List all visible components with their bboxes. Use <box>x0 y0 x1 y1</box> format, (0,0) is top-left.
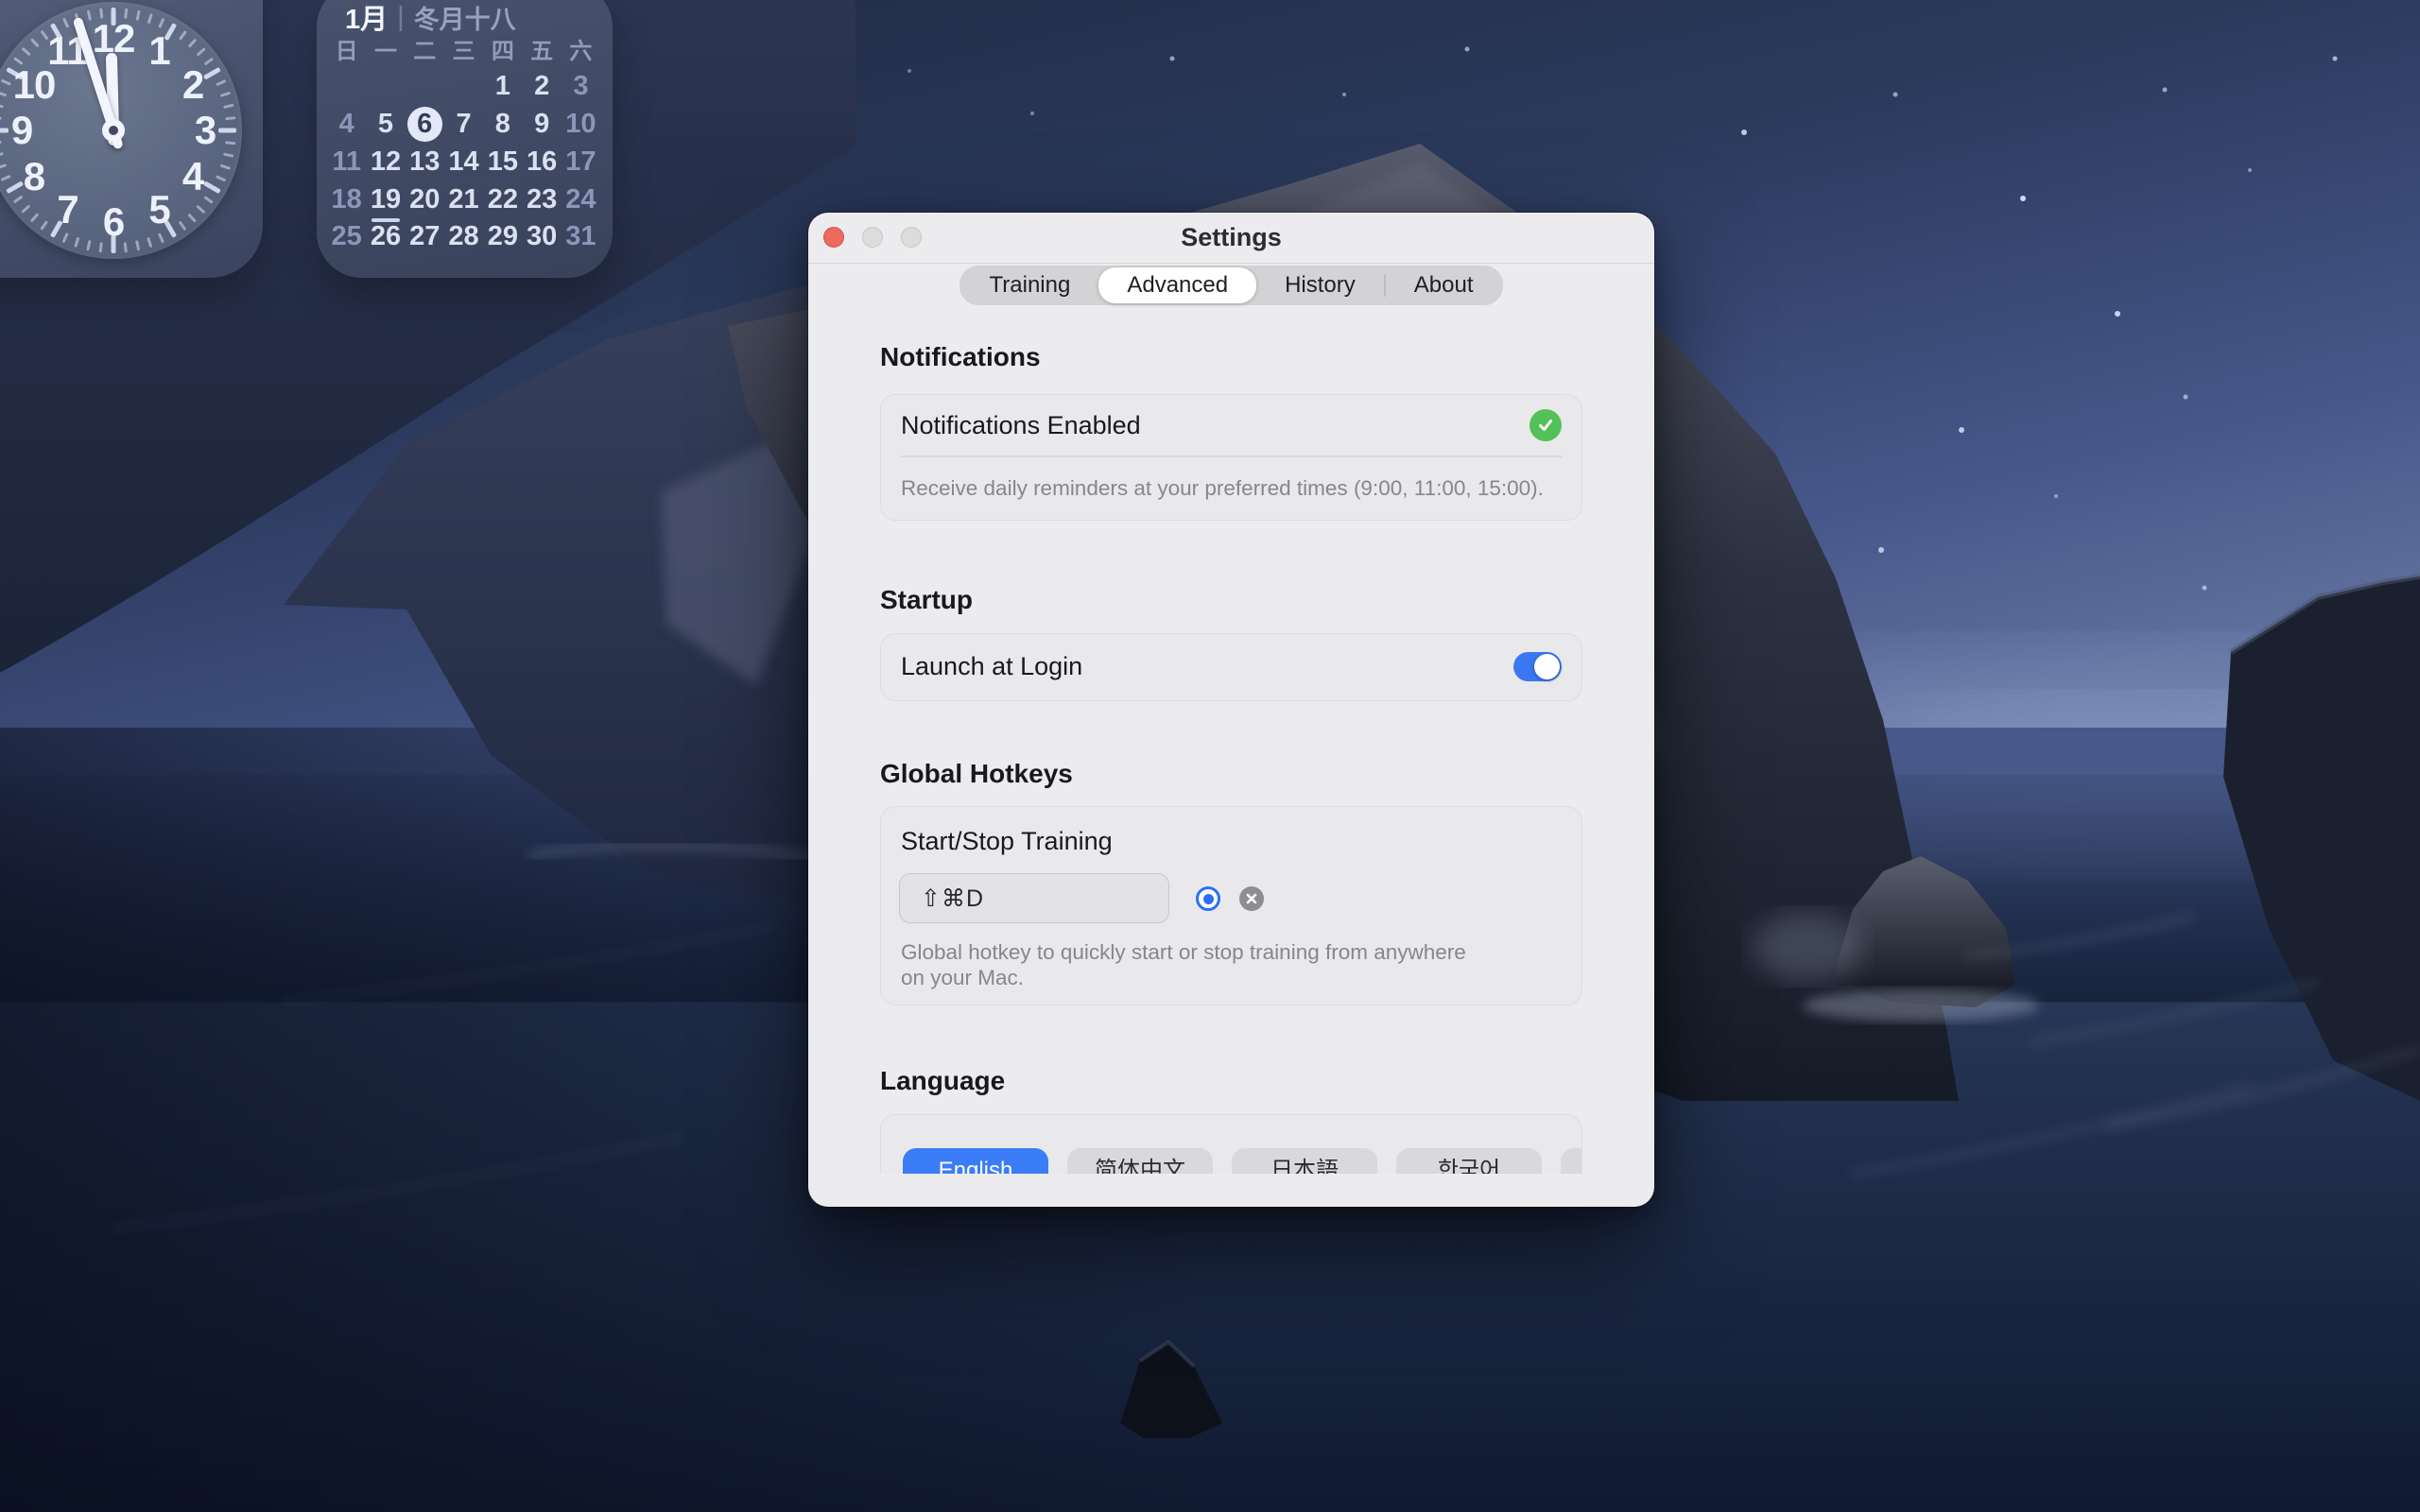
global-hotkeys-heading: Global Hotkeys <box>880 758 1582 790</box>
calendar-day: 26 <box>366 218 405 256</box>
tab-about[interactable]: About <box>1386 267 1502 303</box>
weekday-header: 四 <box>483 30 522 68</box>
calendar-day: 11 <box>327 143 366 180</box>
calendar-day: 28 <box>444 218 483 256</box>
calendar-grid: 日一二三四五六123456789101112131415161718192021… <box>327 30 600 256</box>
segmented-control: Training Advanced History About <box>959 266 1504 305</box>
tab-history[interactable]: History <box>1256 267 1384 303</box>
notifications-card: Notifications Enabled Receive daily remi… <box>880 394 1582 521</box>
calendar-day: 13 <box>406 143 444 180</box>
desktop: 123456789101112 1月 | 冬月十八 日一二三四五六1234567… <box>0 0 2420 1512</box>
calendar-day: 24 <box>562 180 600 218</box>
language-button-german[interactable]: Deutsch <box>1561 1148 1582 1174</box>
calendar-day: 14 <box>444 143 483 180</box>
calendar-day: 27 <box>406 218 444 256</box>
calendar-day: 8 <box>483 106 522 144</box>
toggle-knob <box>1534 654 1560 679</box>
weekday-header: 五 <box>522 30 561 68</box>
notifications-enabled-label: Notifications Enabled <box>901 411 1141 440</box>
green-check-icon <box>1530 409 1562 441</box>
weekday-header: 二 <box>406 30 444 68</box>
settings-window: Settings Training Advanced History About… <box>808 213 1654 1207</box>
clear-hotkey-button[interactable] <box>1239 886 1264 911</box>
record-dot-icon <box>1203 894 1214 904</box>
language-options-row: English 简体中文 日本語 한국어 Deutsch <box>881 1115 1582 1174</box>
weekday-header: 三 <box>444 30 483 68</box>
language-heading: Language <box>880 1065 1582 1097</box>
calendar-day: 6 <box>406 106 444 144</box>
calendar-day: 29 <box>483 218 522 256</box>
calendar-day: 31 <box>562 218 600 256</box>
launch-at-login-label: Launch at Login <box>901 652 1082 681</box>
calendar-day: 2 <box>522 68 561 106</box>
record-hotkey-button[interactable] <box>1196 886 1220 911</box>
calendar-day: 9 <box>522 106 561 144</box>
calendar-day: 30 <box>522 218 561 256</box>
clock-face: 123456789101112 <box>0 2 242 259</box>
calendar-separator: | <box>397 2 405 33</box>
window-title: Settings <box>808 213 1654 263</box>
hotkey-caption: Global hotkey to quickly start or stop t… <box>901 939 1466 990</box>
start-stop-training-label: Start/Stop Training <box>901 827 1113 856</box>
launch-at-login-toggle[interactable] <box>1513 652 1562 681</box>
calendar-day: 25 <box>327 218 366 256</box>
calendar-day: 21 <box>444 180 483 218</box>
calendar-day: 17 <box>562 143 600 180</box>
language-button-english[interactable]: English <box>903 1148 1048 1174</box>
calendar-day: 7 <box>444 106 483 144</box>
clock-widget[interactable]: 123456789101112 <box>0 0 263 278</box>
calendar-day: 15 <box>483 143 522 180</box>
weekday-header: 一 <box>366 30 405 68</box>
language-button-simplified-chinese[interactable]: 简体中文 <box>1067 1148 1213 1174</box>
calendar-day <box>327 68 366 106</box>
calendar-day: 12 <box>366 143 405 180</box>
calendar-day: 16 <box>522 143 561 180</box>
window-titlebar[interactable]: Settings <box>808 213 1654 264</box>
calendar-day: 5 <box>366 106 405 144</box>
tab-bar: Training Advanced History About <box>808 266 1654 305</box>
settings-content: Notifications Notifications Enabled Rece… <box>808 305 1654 1174</box>
hotkeys-card: Start/Stop Training ⇧⌘D Global hotkey to… <box>880 806 1582 1005</box>
startup-heading: Startup <box>880 584 1582 616</box>
calendar-day <box>366 68 405 106</box>
calendar-day <box>406 68 444 106</box>
weekday-header: 六 <box>562 30 600 68</box>
language-button-korean[interactable]: 한국어 <box>1396 1148 1542 1174</box>
notifications-caption: Receive daily reminders at your preferre… <box>881 457 1582 520</box>
calendar-day: 19 <box>366 180 405 218</box>
calendar-day <box>444 68 483 106</box>
calendar-day: 3 <box>562 68 600 106</box>
calendar-day: 10 <box>562 106 600 144</box>
language-button-japanese[interactable]: 日本語 <box>1232 1148 1377 1174</box>
x-icon <box>1245 892 1258 905</box>
hotkey-input[interactable]: ⇧⌘D <box>899 873 1169 923</box>
calendar-day: 22 <box>483 180 522 218</box>
calendar-day: 18 <box>327 180 366 218</box>
startup-card: Launch at Login <box>880 633 1582 701</box>
tab-advanced[interactable]: Advanced <box>1098 267 1256 303</box>
calendar-day: 23 <box>522 180 561 218</box>
language-card: English 简体中文 日本語 한국어 Deutsch <box>880 1114 1582 1174</box>
calendar-day: 1 <box>483 68 522 106</box>
weekday-header: 日 <box>327 30 366 68</box>
notifications-heading: Notifications <box>880 341 1582 373</box>
calendar-day: 4 <box>327 106 366 144</box>
calendar-widget[interactable]: 1月 | 冬月十八 日一二三四五六12345678910111213141516… <box>317 0 613 278</box>
calendar-day: 20 <box>406 180 444 218</box>
tab-training[interactable]: Training <box>961 267 1099 303</box>
